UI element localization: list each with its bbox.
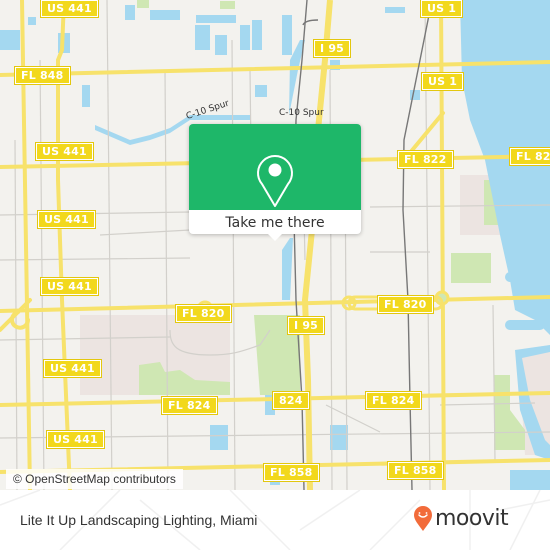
moovit-pin-icon xyxy=(414,506,432,531)
route-shield-us-441: US 441 xyxy=(40,0,99,18)
route-shield-us-1: US 1 xyxy=(420,72,465,91)
route-shield-us-441: US 441 xyxy=(35,142,94,161)
route-shield-fl-820: FL 820 xyxy=(175,304,232,323)
take-me-there-button[interactable]: Take me there xyxy=(189,210,361,234)
footer-bar: Lite It Up Landscaping Lighting, Miami m… xyxy=(0,490,550,550)
moovit-wordmark: moovit xyxy=(435,506,509,531)
map-view[interactable]: US 441 US 1 I 95 FL 848 US 1 US 441 FL 8… xyxy=(0,0,550,490)
interstate-95 xyxy=(301,0,333,490)
route-shield-fl-824: FL 824 xyxy=(161,396,218,415)
map-attribution[interactable]: © OpenStreetMap contributors xyxy=(6,469,183,489)
route-shield-us-1: US 1 xyxy=(419,0,464,18)
popup-pointer xyxy=(267,233,283,241)
location-pin-icon xyxy=(257,155,293,207)
place-name: Lite It Up Landscaping Lighting, Miami xyxy=(20,512,258,528)
route-shield-fl-824: FL 824 xyxy=(365,391,422,410)
route-shield-824: 824 xyxy=(272,391,310,410)
route-shield-us-441: US 441 xyxy=(46,430,105,449)
route-shield-fl-822: FL 822 xyxy=(397,150,454,169)
route-shield-i-95: I 95 xyxy=(312,39,352,58)
route-shield-us-441: US 441 xyxy=(43,359,102,378)
route-shield-fl-858: FL 858 xyxy=(263,463,320,482)
canal-label: C-10 Spur xyxy=(279,108,324,118)
map-canvas[interactable] xyxy=(0,0,550,490)
route-shield-fl-848: FL 848 xyxy=(14,66,71,85)
location-popup: Take me there xyxy=(189,124,361,241)
route-shield-us-441: US 441 xyxy=(37,210,96,229)
rail-lines xyxy=(293,0,431,490)
route-shield-us-441: US 441 xyxy=(40,277,99,296)
route-shield-fl-822: FL 822 xyxy=(509,147,550,166)
route-shield-i-95: I 95 xyxy=(286,316,326,335)
route-shield-fl-858: FL 858 xyxy=(387,461,444,480)
popup-header xyxy=(189,124,361,210)
route-shield-fl-820: FL 820 xyxy=(377,295,434,314)
